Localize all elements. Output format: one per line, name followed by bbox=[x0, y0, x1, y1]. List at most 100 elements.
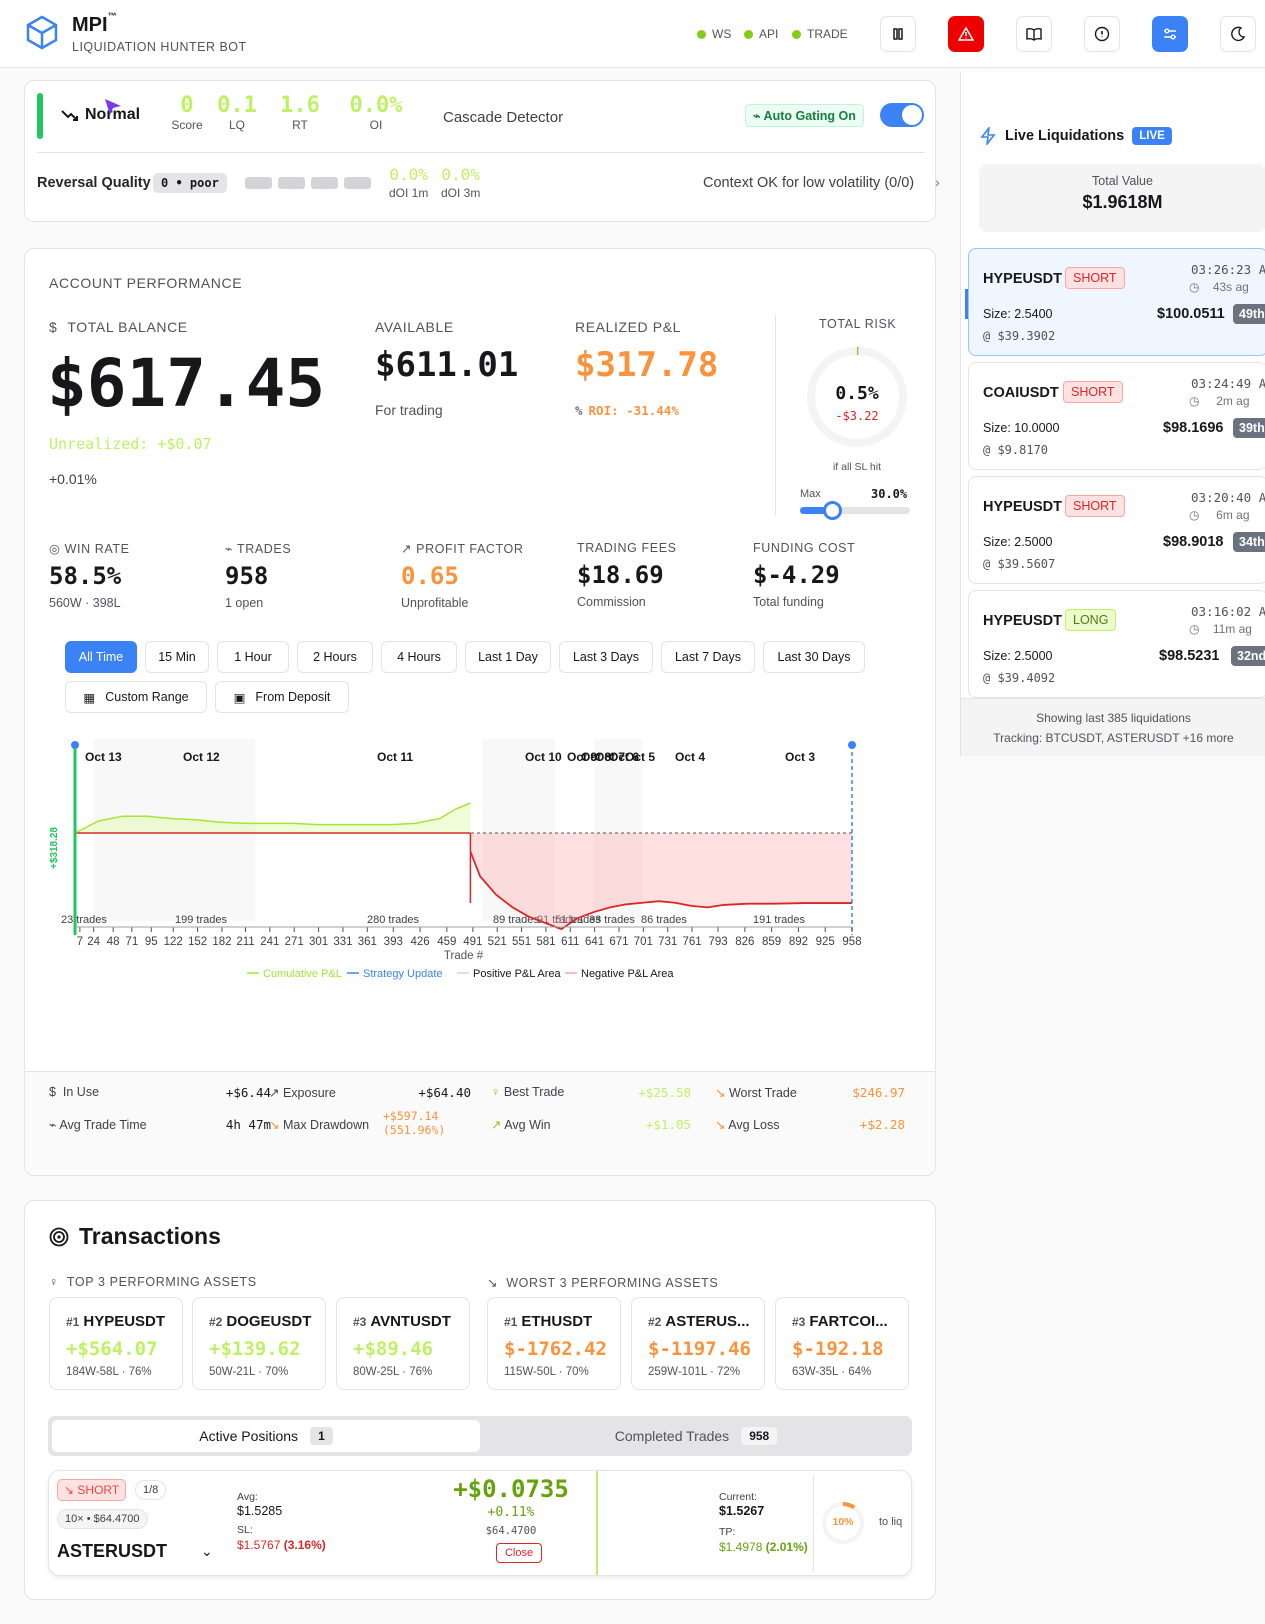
position-tabs: Active Positions 1 Completed Trades 958 bbox=[48, 1416, 912, 1456]
liquidation-item[interactable]: HYPEUSDT LONG 03:16:02 A ◷ 11m ag Size: … bbox=[968, 590, 1265, 698]
custom-range-button[interactable]: ▦ Custom Range bbox=[65, 681, 207, 713]
exposure-label: ↗ Exposure bbox=[269, 1086, 336, 1100]
tf-2hours[interactable]: 2 Hours bbox=[297, 641, 373, 673]
liquidation-item[interactable]: HYPEUSDT SHORT 03:26:23 A ◷ 43s ag Size:… bbox=[965, 248, 1265, 356]
alert-triangle-icon bbox=[958, 26, 974, 41]
tab-completed-trades[interactable]: Completed Trades 958 bbox=[484, 1420, 908, 1452]
x-tick-label: 459 bbox=[437, 936, 456, 948]
quality-bars bbox=[245, 177, 371, 189]
api-status: API bbox=[744, 27, 778, 41]
worst-asset-card[interactable]: #1 ETHUSDT $-1762.42 115W-50L · 70% bbox=[487, 1297, 621, 1390]
day-label: Oct 12 bbox=[183, 750, 220, 764]
lightning-icon bbox=[980, 127, 996, 145]
rank-badge: 49th bbox=[1233, 304, 1265, 324]
x-tick-label: 182 bbox=[212, 936, 231, 948]
max-label: Max bbox=[800, 488, 821, 500]
trend-down-icon: ↘ bbox=[715, 1086, 726, 1100]
total-balance-label: $ TOTAL BALANCE bbox=[49, 319, 188, 335]
in-use-label: $ In Use bbox=[49, 1085, 100, 1099]
worst-asset-card[interactable]: #2 ASTERUS... $-1197.46 259W-101L · 72% bbox=[631, 1297, 765, 1390]
tf-last-7-days[interactable]: Last 7 Days bbox=[661, 641, 755, 673]
max-risk-slider[interactable] bbox=[800, 501, 910, 520]
tf-last-30-days[interactable]: Last 30 Days bbox=[763, 641, 865, 673]
reversal-quality-label: Reversal Quality bbox=[37, 175, 151, 191]
trend-down-icon: ↘ bbox=[64, 1483, 75, 1497]
day-label: Oct 3 bbox=[785, 750, 815, 764]
side-badge: LONG bbox=[1065, 609, 1117, 631]
tab-active-positions[interactable]: Active Positions 1 bbox=[52, 1420, 480, 1452]
pause-icon bbox=[893, 28, 903, 40]
dollar-icon: $ bbox=[49, 1085, 56, 1099]
risk-percent: 0.5% bbox=[835, 383, 879, 404]
target-icon: ◎ bbox=[49, 542, 61, 556]
strategy-update-marker bbox=[848, 741, 856, 749]
liq-label: to liq bbox=[879, 1516, 903, 1528]
x-tick-label: 211 bbox=[236, 936, 254, 948]
tf-15min[interactable]: 15 Min bbox=[145, 641, 209, 673]
x-tick-label: 925 bbox=[816, 936, 835, 948]
x-tick-label: 859 bbox=[762, 936, 781, 948]
live-badge: LIVE bbox=[1132, 127, 1172, 145]
sliders-icon bbox=[1164, 28, 1176, 40]
section-title: ACCOUNT PERFORMANCE bbox=[49, 275, 243, 291]
logo-cube-icon bbox=[24, 14, 60, 50]
position-notional: $64.4700 bbox=[485, 1525, 537, 1537]
emergency-button[interactable] bbox=[948, 16, 984, 52]
position-symbol: ASTERUSDT bbox=[57, 1541, 168, 1561]
position-pnl-pct: +0.11% bbox=[487, 1505, 535, 1520]
pnl-chart[interactable]: Oct 13 Oct 12 Oct 11 Oct 10 Oct 9Oct 8Oct 7O… bbox=[25, 739, 935, 1019]
x-tick-label: 122 bbox=[164, 936, 183, 948]
pause-button[interactable] bbox=[880, 16, 916, 52]
live-header: Live Liquidations LIVE bbox=[979, 127, 1172, 145]
metric-oi: 0.0% OI bbox=[349, 93, 403, 132]
clock-icon: ◷ bbox=[1189, 394, 1200, 408]
info-button[interactable] bbox=[1084, 16, 1120, 52]
legend-label: Negative P&L Area bbox=[581, 968, 674, 980]
auto-gating-toggle[interactable] bbox=[880, 103, 924, 127]
x-tick-label: 152 bbox=[188, 936, 207, 948]
settings-button[interactable] bbox=[1152, 16, 1188, 52]
tf-all-time[interactable]: All Time bbox=[65, 641, 137, 673]
status-dot bbox=[792, 29, 801, 39]
account-performance-card: ACCOUNT PERFORMANCE $ TOTAL BALANCE $617.… bbox=[24, 248, 936, 1176]
x-tick-label: 331 bbox=[333, 936, 352, 948]
chevron-right-icon[interactable]: › bbox=[935, 174, 940, 190]
top-header: MPI™ LIQUIDATION HUNTER BOT WS API TRADE bbox=[0, 0, 1265, 68]
theme-toggle-button[interactable] bbox=[1220, 16, 1256, 52]
rank-badge: 34th bbox=[1233, 532, 1265, 552]
active-position-card[interactable]: ↘ SHORT 1/8 10× • $64.4700 ASTERUSDT ⌄ A… bbox=[48, 1470, 912, 1576]
legend-label: Cumulative P&L bbox=[263, 968, 342, 980]
close-position-button[interactable]: Close bbox=[496, 1543, 542, 1563]
tf-last-3-days[interactable]: Last 3 Days bbox=[559, 641, 653, 673]
legend-label: Positive P&L Area bbox=[473, 968, 562, 980]
avg-win-label: ↗ Avg Win bbox=[491, 1118, 551, 1132]
realized-label: REALIZED P&L bbox=[575, 319, 682, 335]
top-asset-card[interactable]: #2 DOGEUSDT +$139.62 50W-21L · 70% bbox=[192, 1297, 326, 1390]
book-open-icon bbox=[1026, 27, 1042, 41]
from-deposit-button[interactable]: ▣ From Deposit bbox=[215, 681, 349, 713]
worst-trade-value: $246.97 bbox=[852, 1085, 905, 1100]
current-price: $1.5267 bbox=[719, 1504, 765, 1518]
total-value-box: Total Value $1.9618M bbox=[979, 164, 1265, 232]
worst-asset-card[interactable]: #3 FARTCOI... $-192.18 63W-35L · 64% bbox=[775, 1297, 909, 1390]
docs-button[interactable] bbox=[1016, 16, 1052, 52]
liquidation-item[interactable]: HYPEUSDT SHORT 03:20:40 A ◷ 6m ag Size: … bbox=[968, 476, 1265, 584]
top-asset-card[interactable]: #1 HYPEUSDT +$564.07 184W-58L · 76% bbox=[49, 1297, 183, 1390]
liquidation-item[interactable]: COAIUSDT SHORT 03:24:49 A ◷ 2m ag Size: … bbox=[968, 362, 1265, 470]
tf-1hour[interactable]: 1 Hour bbox=[217, 641, 289, 673]
realized-pnl: $317.78 bbox=[575, 345, 719, 385]
x-tick-label: 551 bbox=[512, 936, 531, 948]
day-label: Oct 11 bbox=[377, 750, 413, 764]
award-icon: ♀ bbox=[491, 1085, 501, 1099]
top-asset-card[interactable]: #3 AVNTUSDT +$89.46 80W-25L · 76% bbox=[336, 1297, 470, 1390]
best-trade-value: +$25.58 bbox=[638, 1085, 691, 1100]
brand-name: MPI™ bbox=[72, 11, 117, 36]
tf-4hours[interactable]: 4 Hours bbox=[381, 641, 457, 673]
chevron-down-icon[interactable]: ⌄ bbox=[201, 1543, 213, 1560]
x-axis-label: Trade # bbox=[444, 950, 484, 962]
metric-rt: 1.6 RT bbox=[280, 93, 320, 132]
clock-icon: ◷ bbox=[1189, 508, 1200, 522]
x-tick-label: 611 bbox=[561, 936, 579, 948]
tf-last-1-day[interactable]: Last 1 Day bbox=[465, 641, 551, 673]
doi-3m: 0.0% dOI 3m bbox=[441, 165, 481, 200]
